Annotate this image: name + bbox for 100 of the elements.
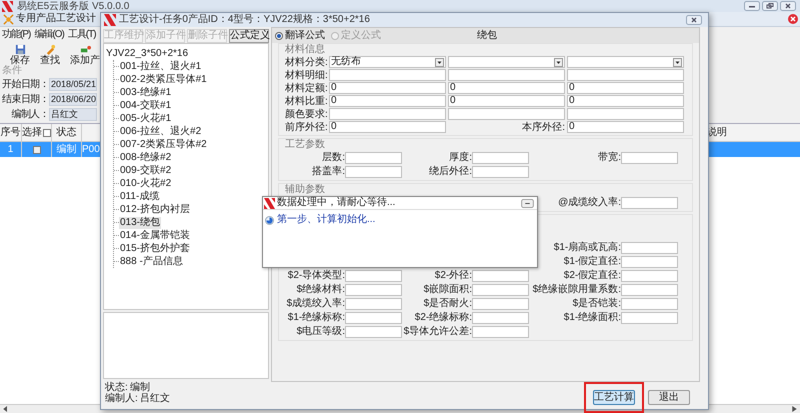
toolbar-button[interactable]: 查找 — [40, 44, 60, 66]
input-field[interactable] — [345, 298, 402, 310]
input-field[interactable]: 0 — [567, 82, 684, 94]
date-field[interactable]: 2018/05/21 — [49, 78, 97, 91]
input-field[interactable] — [567, 108, 684, 120]
tree-item[interactable]: YJV22_3*50+2*16 — [106, 47, 188, 60]
input-field[interactable] — [345, 270, 402, 282]
input-field[interactable]: 0 — [448, 82, 565, 94]
tab-button[interactable]: 公式定义 — [229, 29, 269, 43]
tree-item[interactable]: 012-挤包内衬层 — [119, 204, 192, 216]
checkbox[interactable] — [43, 128, 51, 136]
input-field[interactable] — [345, 152, 402, 164]
status-label: 编制人: — [105, 393, 138, 404]
input-field[interactable] — [567, 69, 684, 81]
close-icon[interactable] — [780, 1, 796, 11]
tree-item[interactable]: 014-金属带铠装 — [119, 230, 192, 242]
dropdown[interactable]: 无纺布 — [329, 56, 446, 68]
input-field[interactable] — [621, 152, 678, 164]
group-title: 工艺参数 — [285, 139, 325, 150]
input-field[interactable]: 0 — [329, 82, 446, 94]
input-field[interactable] — [448, 69, 565, 81]
plug-icon — [80, 44, 90, 55]
input-field[interactable] — [621, 298, 678, 310]
field-label: $电压等级: — [296, 326, 345, 338]
tree-item[interactable]: 002-2类紧压导体#1 — [119, 74, 208, 86]
menu-item[interactable]: 工具(T) — [68, 28, 96, 40]
input-field[interactable] — [472, 166, 529, 178]
input-field[interactable] — [472, 270, 529, 282]
minimize-icon[interactable] — [521, 198, 534, 208]
tree-item[interactable]: 005-火花#1 — [119, 112, 172, 124]
tree-item[interactable]: 001-拉丝、退火#1 — [119, 60, 202, 72]
radio-button[interactable] — [275, 32, 283, 40]
footer-button[interactable]: 退出 — [648, 390, 690, 405]
field-label: $成缆绞入率: — [286, 298, 345, 310]
progress-message: 第一步、计算初始化... — [277, 214, 376, 226]
checkbox[interactable] — [32, 146, 40, 154]
field-label: 编制人： — [10, 108, 49, 122]
field-label: 材料分类: — [285, 56, 327, 68]
input-field[interactable] — [345, 326, 402, 338]
input-field[interactable] — [329, 69, 446, 81]
input-field[interactable] — [345, 166, 402, 178]
input-field[interactable] — [472, 312, 529, 324]
field-label: $2-外径: — [434, 270, 472, 282]
close-icon[interactable] — [686, 15, 702, 25]
input-field[interactable] — [329, 108, 446, 120]
input-field[interactable]: 0 — [448, 95, 565, 107]
input-field[interactable] — [472, 298, 529, 310]
app-tab[interactable]: 专用产品工艺设计 — [0, 12, 99, 26]
minimize-icon[interactable] — [744, 1, 760, 11]
tree-item[interactable]: 888 -产品信息 — [119, 256, 184, 268]
date-field[interactable]: 吕红文 — [49, 108, 97, 121]
footer-button[interactable]: 工艺计算 — [593, 390, 635, 405]
tree-item[interactable]: 009-交联#2 — [119, 164, 172, 176]
input-field[interactable]: 0 — [567, 121, 684, 133]
tree-item[interactable]: 015-挤包外护套 — [119, 242, 192, 254]
toolbar-button[interactable]: 保存 — [10, 44, 30, 66]
input-field[interactable]: 0 — [329, 95, 446, 107]
menu-item[interactable]: 编辑(O) — [34, 28, 64, 40]
field-label: $1-绝缘面积: — [562, 312, 621, 324]
field-label: $嵌隙面积: — [422, 284, 472, 296]
date-field[interactable]: 2018/06/20 — [49, 93, 97, 106]
input-field[interactable] — [621, 197, 678, 209]
status-value: 吕红文 — [140, 393, 170, 404]
input-field[interactable] — [621, 312, 678, 324]
radio-option[interactable]: 翻译公式 — [275, 28, 325, 43]
field-label: 结束日期： — [2, 92, 49, 107]
field-label: $2-假定直径: — [562, 270, 621, 282]
field-label: 层数: — [321, 152, 345, 164]
field-label: 本序外径: — [521, 120, 565, 134]
input-field[interactable] — [345, 312, 402, 324]
pencil-icon — [44, 44, 56, 55]
tree-item[interactable]: 007-2类紧压导体#2 — [119, 138, 208, 150]
restore-icon[interactable] — [762, 1, 778, 11]
input-field[interactable] — [472, 152, 529, 164]
input-field[interactable]: 0 — [329, 121, 446, 133]
toolbar-button[interactable]: 添加产 — [70, 44, 100, 66]
menu-item[interactable]: 功能(P) — [2, 28, 30, 40]
input-field[interactable] — [448, 108, 565, 120]
scroll-left-icon[interactable] — [3, 406, 8, 412]
input-field[interactable] — [472, 284, 529, 296]
tree-item[interactable]: 004-交联#1 — [119, 100, 172, 112]
field-label: 带宽: — [597, 152, 621, 164]
tree-item[interactable]: 006-拉丝、退火#2 — [119, 126, 202, 138]
column-header: 选择 — [22, 124, 52, 141]
scroll-right-icon[interactable] — [792, 406, 797, 412]
tree-item[interactable]: 011-成缆 — [119, 190, 160, 202]
input-field[interactable] — [345, 284, 402, 296]
input-field[interactable] — [472, 326, 529, 338]
input-field[interactable] — [621, 256, 678, 268]
column-header: 状态 — [52, 124, 82, 141]
close-icon[interactable] — [788, 14, 798, 24]
input-field[interactable] — [621, 242, 678, 254]
input-field[interactable]: 0 — [567, 95, 684, 107]
tree-item[interactable]: 010-火花#2 — [119, 178, 172, 190]
tree-item[interactable]: 013-绕包 — [119, 216, 162, 228]
field-label: $导体允许公差: — [402, 326, 472, 338]
tree-item[interactable]: 003-绝缘#1 — [119, 86, 172, 98]
tree-item[interactable]: 008-绝缘#2 — [119, 152, 172, 164]
input-field[interactable] — [621, 284, 678, 296]
input-field[interactable] — [621, 270, 678, 282]
